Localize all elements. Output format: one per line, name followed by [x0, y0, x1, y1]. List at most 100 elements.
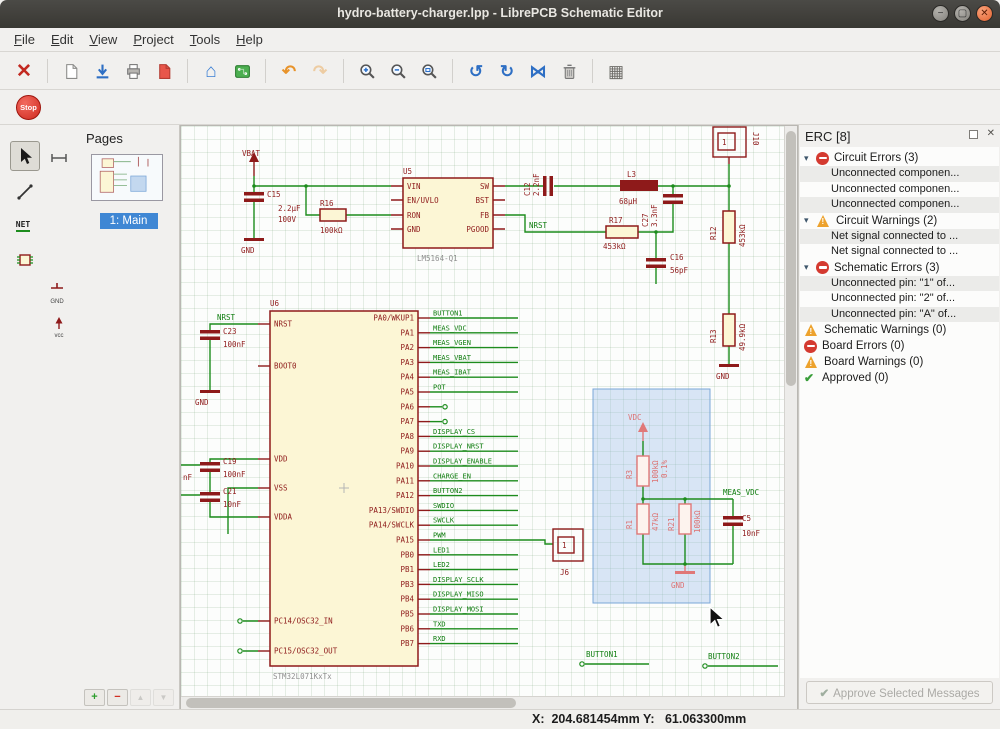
delete-button[interactable]	[555, 57, 583, 85]
schematic-label: R13	[709, 329, 718, 343]
horizontal-scrollbar[interactable]	[181, 696, 785, 709]
rotate-cw-button[interactable]: ↻	[493, 57, 521, 85]
mirror-button[interactable]: ⋈	[524, 57, 552, 85]
rotate-ccw-button[interactable]: ↺	[462, 57, 490, 85]
selection-rectangle[interactable]	[593, 389, 710, 603]
erc-group[interactable]: ▾Circuit Errors (3)	[800, 150, 999, 166]
page-label[interactable]: 1: Main	[100, 213, 158, 229]
gnd-symbol-selected[interactable]	[675, 571, 695, 574]
erc-message[interactable]: Unconnected pin: "2" of...	[800, 291, 999, 307]
control-panel-button[interactable]: ⌂	[197, 57, 225, 85]
schematic-label: MEAS_VDC	[723, 488, 759, 497]
save-project-button[interactable]	[88, 57, 116, 85]
zoom-fit-button[interactable]	[415, 57, 443, 85]
stop-button[interactable]: Stop	[16, 95, 41, 120]
resistor-r16[interactable]	[320, 209, 346, 221]
capacitor-c5[interactable]	[723, 516, 743, 520]
menu-tools[interactable]: Tools	[182, 28, 228, 50]
resistor-r13[interactable]	[723, 314, 735, 346]
print-button[interactable]	[119, 57, 147, 85]
check-icon: ✔	[804, 372, 817, 385]
gnd-tool[interactable]: GND	[42, 277, 72, 307]
schematic-label: C15	[267, 190, 281, 199]
menu-file[interactable]: File	[6, 28, 43, 50]
erc-close-button[interactable]: ✕	[987, 128, 995, 139]
schematic-sheet[interactable]: NRSTBOOT0VDDVSSVDDAPC14/OSC32_INPC15/OSC…	[181, 126, 785, 697]
page-move-down-button[interactable]: ▼	[153, 689, 174, 706]
approve-selected-messages-button[interactable]: ✔Approve Selected Messages	[806, 681, 993, 704]
gnd-symbol[interactable]	[244, 238, 264, 241]
vcc-tool[interactable]: vcc	[44, 311, 74, 341]
measure-tool[interactable]	[44, 143, 74, 173]
erc-message[interactable]: Net signal connected to ...	[800, 244, 999, 260]
page-add-button[interactable]: +	[84, 689, 105, 706]
capacitor-c16[interactable]	[646, 258, 666, 262]
maximize-button[interactable]: ▢	[954, 5, 971, 22]
page-thumbnail[interactable]	[91, 154, 163, 201]
close-project-button[interactable]: ✕	[10, 57, 38, 85]
capacitor-c15[interactable]	[244, 192, 264, 196]
inductor-l3[interactable]	[620, 180, 658, 191]
net-label-tool[interactable]: NET	[8, 211, 38, 241]
erc-message[interactable]: Unconnected pin: "1" of...	[800, 276, 999, 292]
resistor-r3[interactable]	[637, 456, 649, 486]
erc-float-button[interactable]	[969, 130, 978, 139]
zoom-in-button[interactable]	[353, 57, 381, 85]
capacitor-c23[interactable]	[200, 330, 220, 334]
minimize-button[interactable]: −	[932, 5, 949, 22]
vertical-scrollbar[interactable]	[784, 126, 797, 697]
resistor-r1[interactable]	[637, 504, 649, 534]
erc-message[interactable]: Net signal connected to ...	[800, 229, 999, 245]
page-remove-button[interactable]: −	[107, 689, 128, 706]
u6-pin-label: VDDA	[274, 513, 293, 522]
erc-group[interactable]: ▾ Schematic Errors (3)	[800, 260, 999, 276]
undo-button[interactable]: ↶	[275, 57, 303, 85]
erc-group[interactable]: ✔Approved (0)	[800, 370, 999, 386]
menu-help[interactable]: Help	[228, 28, 271, 50]
menu-project[interactable]: Project	[125, 28, 181, 50]
resistor-r12[interactable]	[723, 211, 735, 243]
schematic-canvas[interactable]: NRSTBOOT0VDDVSSVDDAPC14/OSC32_INPC15/OSC…	[181, 126, 785, 686]
add-component-tool[interactable]	[10, 245, 40, 275]
page-move-up-button[interactable]: ▲	[130, 689, 151, 706]
schematic-label: 100nF	[223, 470, 246, 479]
close-button[interactable]: ✕	[976, 5, 993, 22]
grid-settings-button[interactable]: ▦	[602, 57, 630, 85]
capacitor-c12[interactable]	[543, 176, 547, 196]
gnd-label: GND	[50, 299, 63, 305]
erc-group-label: Schematic Errors (3)	[834, 262, 939, 274]
erc-group[interactable]: Board Warnings (0)	[800, 354, 999, 370]
capacitor-c19[interactable]	[200, 462, 220, 466]
schematic-viewport[interactable]: NRSTBOOT0VDDVSSVDDAPC14/OSC32_INPC15/OSC…	[180, 125, 798, 710]
menu-view[interactable]: View	[81, 28, 125, 50]
expand-arrow-icon[interactable]: ▾	[804, 262, 816, 273]
erc-message-tree: ▾Circuit Errors (3)Unconnected componen.…	[800, 147, 999, 678]
capacitor-c27[interactable]	[663, 194, 683, 198]
schematic-label: C23	[223, 327, 237, 336]
erc-group[interactable]: ▾Circuit Warnings (2)	[800, 213, 999, 229]
capacitor-c21[interactable]	[200, 492, 220, 496]
zoom-out-button[interactable]	[384, 57, 412, 85]
erc-message[interactable]: Unconnected componen...	[800, 182, 999, 198]
page-item[interactable]: 1: Main	[78, 154, 179, 229]
redo-button[interactable]: ↷	[306, 57, 334, 85]
select-tool[interactable]	[10, 141, 40, 171]
export-pdf-button[interactable]	[150, 57, 178, 85]
erc-group[interactable]: Board Errors (0)	[800, 338, 999, 354]
draw-wire-tool[interactable]	[10, 177, 40, 207]
erc-message[interactable]: Unconnected pin: "A" of...	[800, 307, 999, 323]
u6-pin-label: PA5	[400, 388, 414, 397]
vertical-scrollbar-thumb[interactable]	[786, 131, 796, 386]
erc-message[interactable]: Unconnected componen...	[800, 166, 999, 182]
horizontal-scrollbar-thumb[interactable]	[186, 698, 516, 708]
new-sheet-button[interactable]	[57, 57, 85, 85]
resistor-r17[interactable]	[606, 226, 638, 238]
erc-message[interactable]: Unconnected componen...	[800, 197, 999, 213]
resistor-r21[interactable]	[679, 504, 691, 534]
expand-arrow-icon[interactable]: ▾	[804, 153, 816, 164]
menu-edit[interactable]: Edit	[43, 28, 81, 50]
board-editor-button[interactable]	[228, 57, 256, 85]
expand-arrow-icon[interactable]: ▾	[804, 215, 816, 226]
erc-group[interactable]: Schematic Warnings (0)	[800, 322, 999, 338]
schematic-label: RON	[407, 211, 421, 220]
